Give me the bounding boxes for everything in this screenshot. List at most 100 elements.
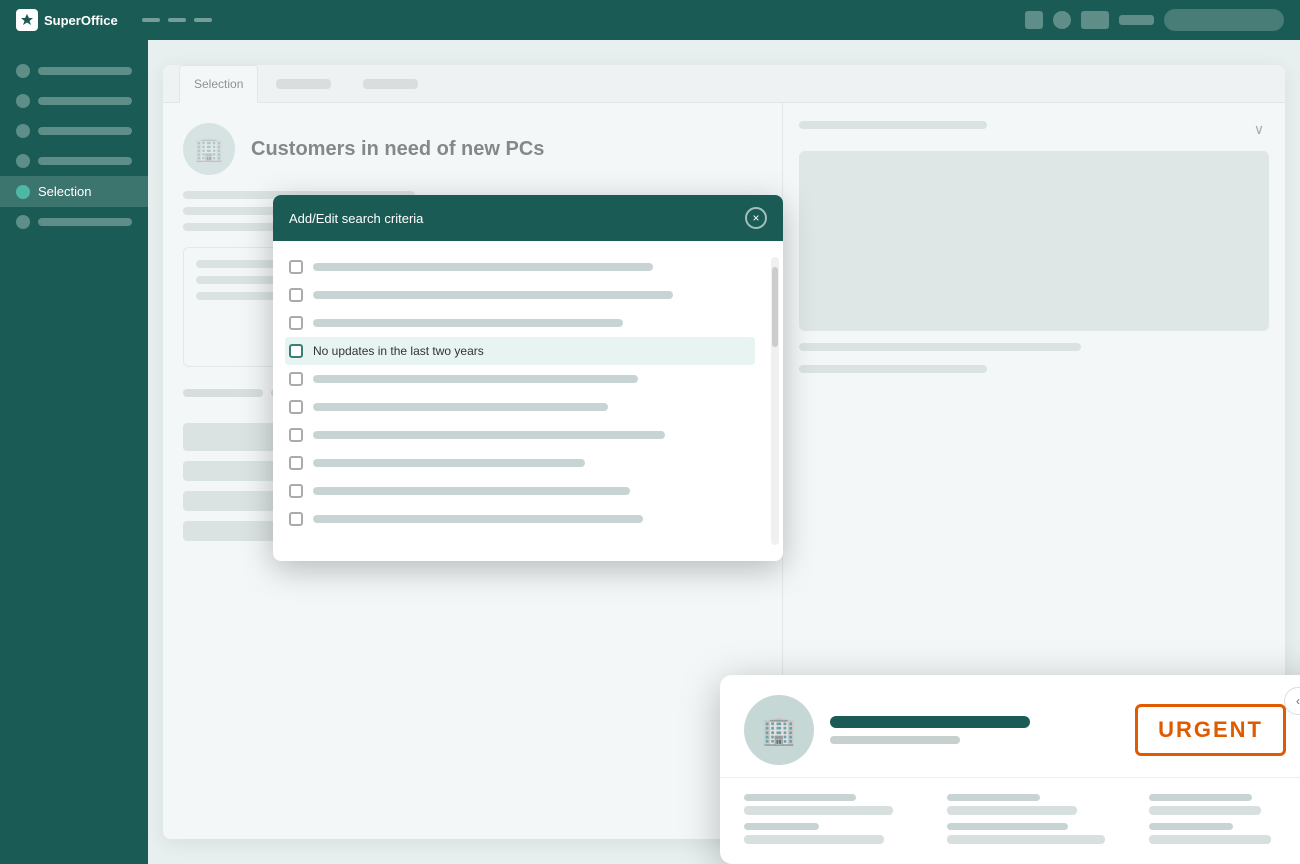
bottom-card-nav: ‹ › [1284,687,1300,715]
list-text-10 [313,515,643,523]
body-label-4 [744,823,819,830]
right-image-box [799,151,1269,331]
body-value-1 [744,806,893,815]
body-cell-3 [1149,794,1300,815]
bottom-name-bar [830,716,1030,728]
list-checkbox-5[interactable] [289,372,303,386]
sidebar-item-6[interactable] [0,207,148,237]
logo-text: SuperOffice [44,13,118,28]
sidebar-label-1 [38,67,132,75]
body-label-3 [1149,794,1252,801]
sidebar-item-2[interactable] [0,86,148,116]
logo-icon [16,9,38,31]
list-text-5 [313,375,638,383]
list-item-row-3[interactable] [285,309,755,337]
nav-prev-button[interactable]: ‹ [1284,687,1300,715]
sidebar-dot-4 [16,154,30,168]
sidebar-item-3[interactable] [0,116,148,146]
sidebar-dot-3 [16,124,30,138]
list-checkbox-highlighted[interactable] [289,344,303,358]
topbar-right [1025,9,1284,31]
modal-title: Add/Edit search criteria [289,211,423,226]
body-label-2 [947,794,1040,801]
body-label-5 [947,823,1068,830]
sidebar-item-4[interactable] [0,146,148,176]
list-checkbox-6[interactable] [289,400,303,414]
sidebar: Selection [0,40,148,864]
body-cell-4 [744,823,931,844]
topbar-icon-1 [1025,11,1043,29]
bottom-card-info [830,716,1119,744]
list-item-row-5[interactable] [285,365,755,393]
list-checkbox-3[interactable] [289,316,303,330]
topbar-dot-2 [168,18,186,22]
tab-selection-label: Selection [194,77,243,91]
tab-bar: Selection [163,65,1285,103]
body-cell-6 [1149,823,1300,844]
list-text-8 [313,459,585,467]
tab-3[interactable] [349,65,432,103]
body-label-6 [1149,823,1233,830]
sidebar-label-selection: Selection [38,184,91,199]
tab-selection[interactable]: Selection [179,65,258,103]
list-checkbox-1[interactable] [289,260,303,274]
body-cell-2 [947,794,1134,815]
list-item-row-2[interactable] [285,281,755,309]
modal-scrollbar[interactable] [771,257,779,545]
tab-2-placeholder [276,79,331,89]
list-item-row-7[interactable] [285,421,755,449]
tab-3-placeholder [363,79,418,89]
list-checkbox-2[interactable] [289,288,303,302]
modal-close-button[interactable]: × [745,207,767,229]
body-value-3 [1149,806,1261,815]
entity-title: Customers in need of new PCs [251,138,544,161]
modal-scrollbar-thumb [772,267,778,347]
bottom-sub-bar [830,736,960,744]
topbar-icon-2 [1053,11,1071,29]
right-panel-header: ∨ [799,119,1269,139]
list-checkbox-10[interactable] [289,512,303,526]
sidebar-label-4 [38,157,132,165]
sidebar-label-2 [38,97,132,105]
sidebar-item-1[interactable] [0,56,148,86]
modal-list: No updates in the last two years [273,253,767,549]
sidebar-item-selection[interactable]: Selection [0,176,148,207]
sidebar-dot-6 [16,215,30,229]
chevron-button[interactable]: ∨ [1249,119,1269,139]
logo: SuperOffice [16,9,118,31]
list-item-highlighted[interactable]: No updates in the last two years [285,337,755,365]
entity-icon: 🏢 [183,123,235,175]
body-value-6 [1149,835,1270,844]
modal-dialog: Add/Edit search criteria × [273,195,783,561]
entity-header: 🏢 Customers in need of new PCs [183,123,762,175]
list-checkbox-7[interactable] [289,428,303,442]
body-label-1 [744,794,856,801]
topbar-search[interactable] [1164,9,1284,31]
list-checkbox-9[interactable] [289,484,303,498]
sidebar-dot-2 [16,94,30,108]
tab-2[interactable] [262,65,345,103]
list-item-row-6[interactable] [285,393,755,421]
list-text-9 [313,487,630,495]
list-text-6 [313,403,608,411]
topbar-dot-3 [194,18,212,22]
list-checkbox-8[interactable] [289,456,303,470]
list-text-2 [313,291,673,299]
sidebar-label-6 [38,218,132,226]
list-text-7 [313,431,665,439]
topbar-nav [142,18,212,22]
urgent-badge: URGENT [1135,704,1286,756]
right-bar-1 [799,343,1081,351]
list-item-row-8[interactable] [285,449,755,477]
bottom-entity-icon: 🏢 [744,695,814,765]
modal-body: No updates in the last two years [273,241,783,561]
topbar-dot-1 [142,18,160,22]
list-item-row-9[interactable] [285,477,755,505]
bottom-card-body [720,778,1300,864]
building-icon: 🏢 [194,135,224,164]
topbar-icon-4 [1119,15,1154,25]
list-item-row-10[interactable] [285,505,755,533]
right-header-bar [799,121,987,129]
bottom-card-header: 🏢 URGENT ‹ › [720,675,1300,778]
list-item-row-1[interactable] [285,253,755,281]
